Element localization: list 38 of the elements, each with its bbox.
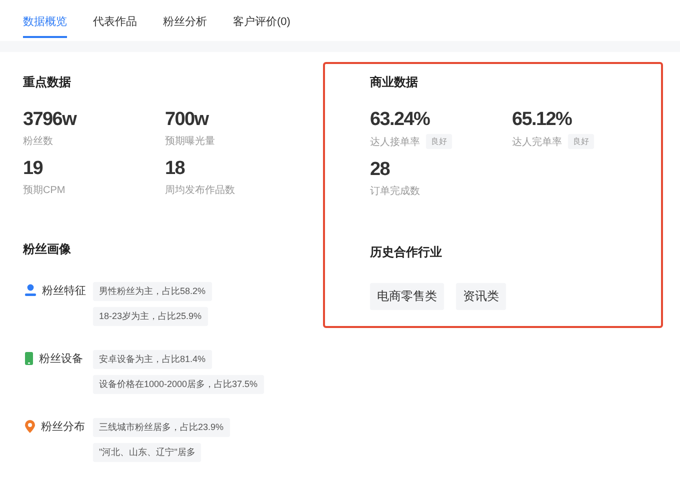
group-label: 粉丝特征 <box>42 284 86 298</box>
fan-tag: 设备价格在1000-2000居多，占比37.5% <box>93 375 264 394</box>
group-label: 粉丝分布 <box>41 420 85 434</box>
person-icon <box>25 284 36 296</box>
metric-value: 18 <box>165 158 186 180</box>
tab[interactable]: 粉丝分析 <box>163 14 207 38</box>
industry-tag: 资讯类 <box>456 283 506 310</box>
metric-value: 700w <box>165 109 210 131</box>
metric-value: 65.12% <box>512 109 573 131</box>
metric-label: 粉丝数 <box>23 134 54 148</box>
tab[interactable]: 代表作品 <box>93 14 137 38</box>
metric-label: 订单完成数 <box>370 184 420 198</box>
fan-tag: "河北、山东、辽宁"居多 <box>93 443 202 462</box>
metric-value: 19 <box>23 158 44 180</box>
metric-label: 预期曝光量 <box>165 134 216 148</box>
section-title: 粉丝画像 <box>23 241 72 258</box>
industry-tag: 电商零售类 <box>370 283 444 310</box>
metric-label: 达人完单率 <box>512 136 562 148</box>
metric-label: 周均发布作品数 <box>165 184 236 197</box>
section-title: 重点数据 <box>23 74 72 91</box>
section-title: 商业数据 <box>370 74 419 91</box>
group-label: 粉丝设备 <box>39 352 83 366</box>
fan-tag: 18-23岁为主，占比25.9% <box>93 307 208 326</box>
tab[interactable]: 数据概览 <box>23 14 67 38</box>
location-pin-icon <box>25 420 35 432</box>
tab[interactable]: 客户评价(0) <box>233 14 290 38</box>
fan-tag: 三线城市粉丝居多，占比23.9% <box>93 418 230 437</box>
metric-label: 预期CPM <box>23 184 66 197</box>
metric-value: 63.24% <box>370 109 431 131</box>
fan-tag: 男性粉丝为主，占比58.2% <box>93 282 212 301</box>
metric-value: 3796w <box>23 109 78 131</box>
section-title: 历史合作行业 <box>370 244 443 261</box>
phone-icon <box>25 352 33 364</box>
fan-tag: 安卓设备为主，占比81.4% <box>93 350 212 369</box>
rating-badge: 良好 <box>568 134 594 149</box>
rating-badge: 良好 <box>426 134 452 149</box>
metric-label: 达人接单率 <box>370 136 420 148</box>
metric-value: 28 <box>370 159 391 181</box>
